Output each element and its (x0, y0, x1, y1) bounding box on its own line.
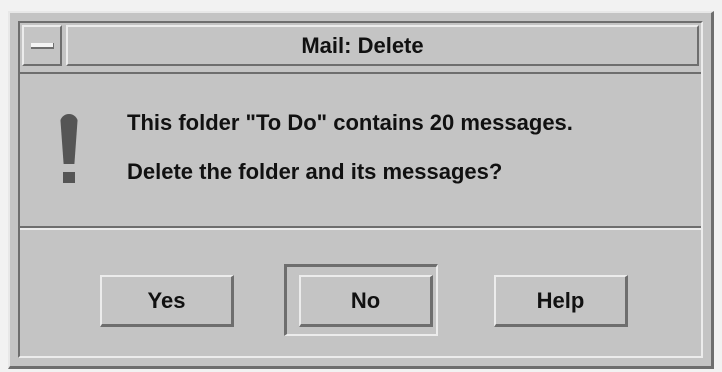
dialog-window: Mail: Delete This folder "To Do" contain… (8, 11, 714, 369)
window-menu-icon (31, 43, 54, 49)
help-button[interactable]: Help (494, 275, 628, 327)
yes-button[interactable]: Yes (100, 275, 234, 327)
window-menu-button[interactable] (22, 25, 62, 66)
window-title[interactable]: Mail: Delete (66, 25, 699, 66)
message-line-1: This folder "To Do" contains 20 messages… (127, 110, 573, 135)
exclamation-icon (60, 114, 78, 192)
no-button[interactable]: No (299, 275, 433, 327)
dialog-body: Mail: Delete This folder "To Do" contain… (18, 21, 703, 358)
title-bar: Mail: Delete (20, 23, 701, 74)
button-area: Yes No Help (20, 230, 701, 356)
message-area: This folder "To Do" contains 20 messages… (20, 74, 701, 230)
message-line-2: Delete the folder and its messages? (127, 159, 503, 184)
exclamation-stem (60, 114, 78, 164)
exclamation-dot (63, 172, 75, 183)
